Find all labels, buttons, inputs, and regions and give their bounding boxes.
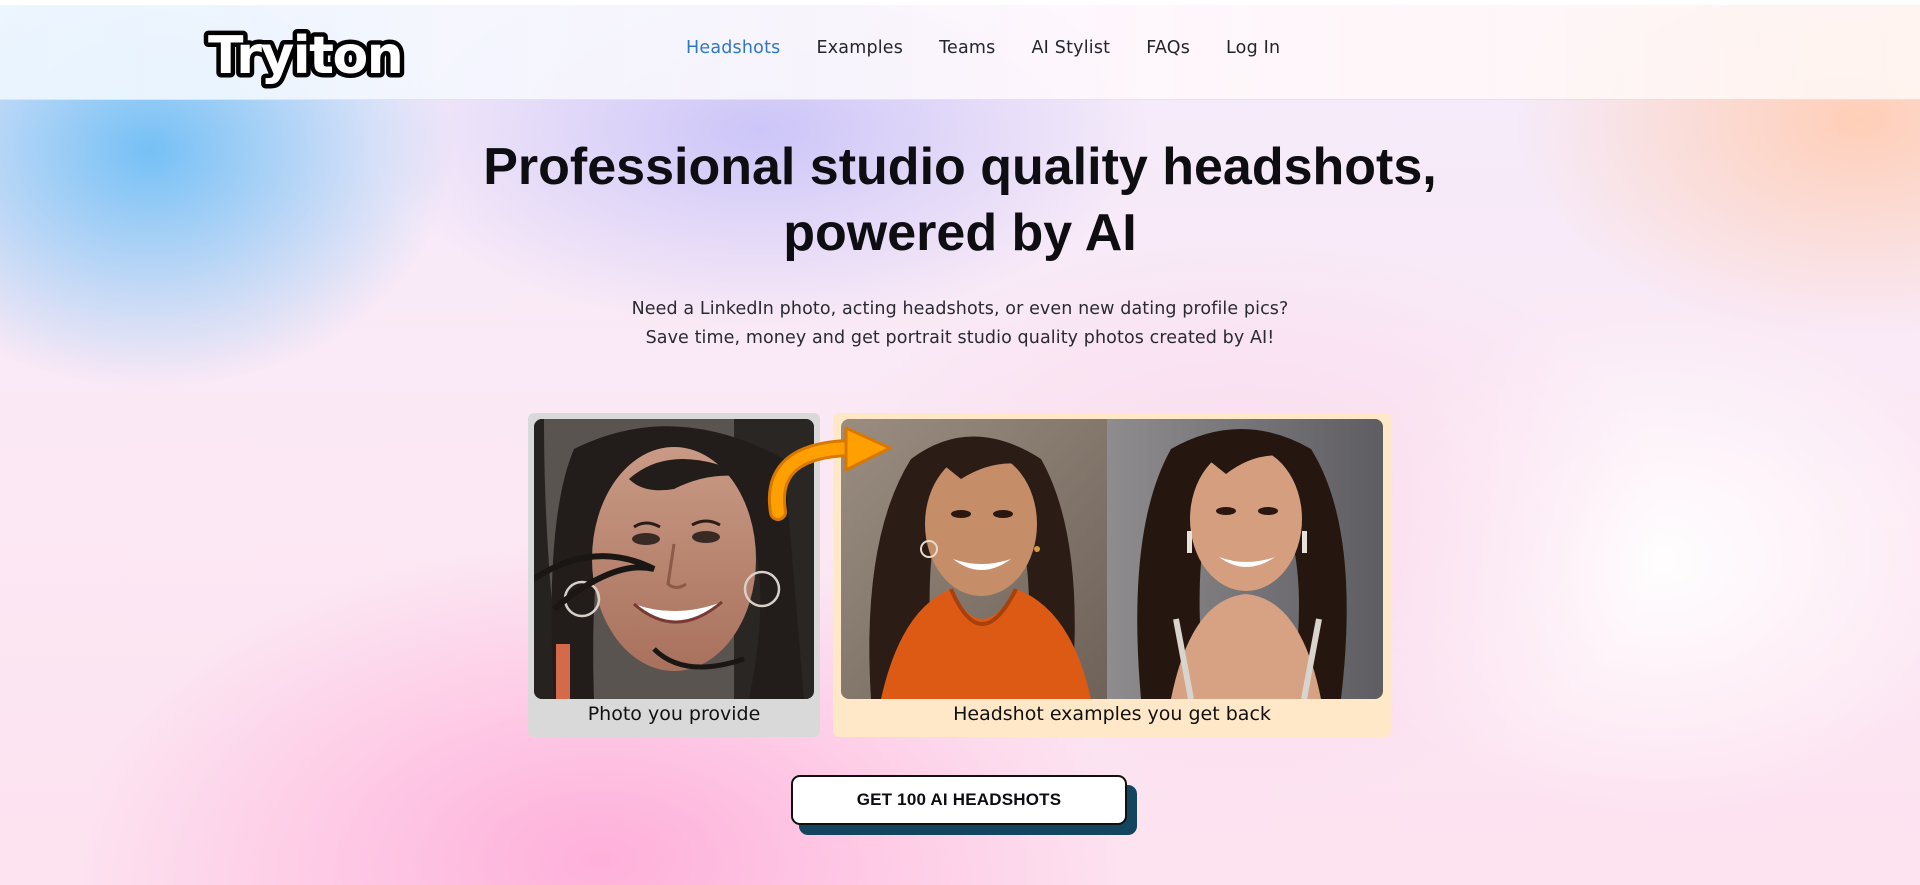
main-nav: Headshots Examples Teams AI Stylist FAQs… [686,38,1316,58]
hero-subtitle-line-2: Save time, money and get portrait studio… [645,328,1275,348]
hero-title: Professional studio quality headshots, p… [0,134,1920,266]
nav-log-in[interactable]: Log In [1226,38,1280,58]
hero-title-line-1: Professional studio quality headshots, [483,138,1437,196]
svg-text:Tryiton: Tryiton [208,26,402,86]
top-band [0,0,1920,5]
hero-title-line-2: powered by AI [783,204,1137,262]
nav-ai-stylist[interactable]: AI Stylist [1031,38,1110,58]
results-caption: Headshot examples you get back [953,703,1271,725]
get-headshots-button[interactable]: GET 100 AI HEADSHOTS [791,775,1127,825]
tryiton-logo[interactable]: Tryiton [202,15,424,95]
hero-section: Professional studio quality headshots, p… [0,0,1920,885]
site-header: Tryiton Headshots Examples Teams AI Styl… [0,5,1920,100]
results-photos [841,419,1383,699]
provided-photo-caption: Photo you provide [587,703,761,725]
arrow-icon [767,426,892,521]
nav-faqs[interactable]: FAQs [1146,38,1190,58]
nav-headshots[interactable]: Headshots [686,38,780,58]
results-card: Headshot examples you get back [833,413,1391,737]
hero-subtitle-line-1: Need a LinkedIn photo, acting headshots,… [631,299,1289,319]
nav-teams[interactable]: Teams [939,38,995,58]
nav-examples[interactable]: Examples [816,38,903,58]
